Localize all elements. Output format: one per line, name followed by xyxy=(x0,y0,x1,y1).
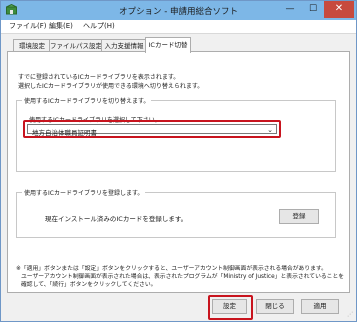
combo-highlight-frame: 地方自治体職員証明書 ⌄ xyxy=(23,120,281,138)
maximize-button[interactable]: ☐ xyxy=(302,1,324,17)
apply-button[interactable]: 適用 xyxy=(301,299,339,314)
tab-ic-card-switch[interactable]: ICカード切替 xyxy=(145,37,191,53)
options-window: オプション - 申請用総合ソフト — ☐ ✕ ファイル(F) 編集(E) ヘルプ… xyxy=(0,0,357,322)
description-line-2: 選択したICカードライブラリが使用できる環境へ切り替えられます。 xyxy=(18,83,204,90)
title-bar[interactable]: オプション - 申請用総合ソフト — ☐ ✕ xyxy=(1,1,356,20)
chevron-down-icon[interactable]: ⌄ xyxy=(267,126,273,134)
switch-library-group-label: 使用するICカードライブラリを切り替えます。 xyxy=(22,96,152,105)
register-library-group-label: 使用するICカードライブラリを登録します。 xyxy=(22,188,146,197)
minimize-icon: — xyxy=(285,4,295,14)
close-window-button[interactable]: ✕ xyxy=(324,1,354,18)
close-icon: ✕ xyxy=(334,3,344,14)
menu-help[interactable]: ヘルプ(H) xyxy=(83,21,115,31)
register-button[interactable]: 登録 xyxy=(279,209,319,224)
menu-file[interactable]: ファイル(F) xyxy=(9,21,47,31)
ok-button[interactable]: 設定 xyxy=(212,299,247,314)
ic-library-select-value: 地方自治体職員証明書 xyxy=(32,129,97,137)
maximize-icon: ☐ xyxy=(308,4,318,14)
minimize-button[interactable]: — xyxy=(279,1,301,17)
description-line-1: すでに登録されているICカードライブラリを表示されます。 xyxy=(18,74,180,81)
register-description: 現在インストール済みのICカードを登録します。 xyxy=(45,215,188,223)
register-library-group: 使用するICカードライブラリを登録します。 現在インストール済みのICカードを登… xyxy=(16,188,336,238)
resize-grip-icon[interactable]: ⋰ xyxy=(347,311,353,318)
switch-library-group: 使用するICカードライブラリを切り替えます。 使用するICカードライブラリを選択… xyxy=(16,96,336,172)
menu-edit[interactable]: 編集(E) xyxy=(49,21,73,31)
close-button[interactable]: 閉じる xyxy=(256,299,294,314)
menu-bar: ファイル(F) 編集(E) ヘルプ(H) xyxy=(1,20,356,34)
tab-control: 環境設定 ファイルパス設定 入力支援情報 ICカード切替 すでに登録されているI… xyxy=(7,37,350,293)
ic-library-select[interactable]: 地方自治体職員証明書 ⌄ xyxy=(27,124,277,137)
notice-line-3: 確認して、「続行」ボタンをクリックしてください。 xyxy=(21,282,157,288)
ic-card-tab-panel: すでに登録されているICカードライブラリを表示されます。 選択したICカードライ… xyxy=(7,51,350,293)
